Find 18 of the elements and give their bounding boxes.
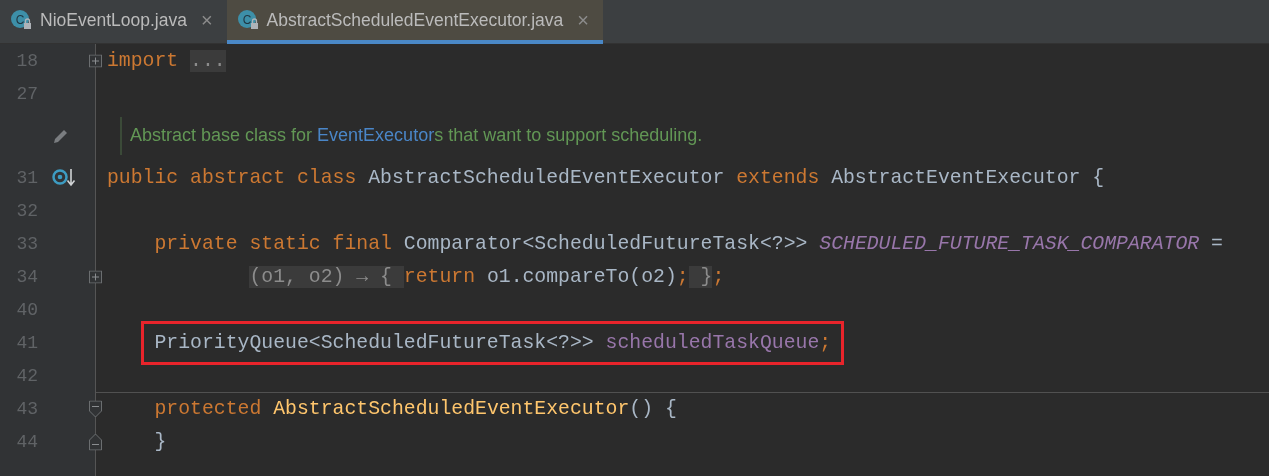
class-file-icon: C bbox=[10, 9, 32, 31]
code-line: private static final Comparator<ScheduledFutureTask<?>> SCHEDULED_FUTURE_TASK_COMPARATOR = bbox=[154, 231, 1223, 257]
class-file-icon: C bbox=[236, 9, 259, 31]
doc-comment: Abstract base class for EventExecutors that want to support scheduling. bbox=[130, 125, 703, 146]
fold-collapse-icon[interactable] bbox=[89, 400, 102, 417]
code-line: public abstract class AbstractScheduledEventExecutor extends AbstractEventExecutor { bbox=[107, 165, 1105, 191]
fold-expand-icon[interactable] bbox=[89, 54, 102, 67]
code-line: (o1, o2) → { return o1.compareTo(o2); }; bbox=[249, 264, 725, 290]
code-line: } bbox=[154, 429, 167, 455]
file-tab[interactable]: C NioEventLoop.java × bbox=[0, 0, 227, 44]
code-line: import ... bbox=[107, 48, 226, 74]
fold-end-icon[interactable] bbox=[89, 433, 102, 450]
code-line: protected AbstractScheduledEventExecutor() { bbox=[154, 397, 677, 422]
close-icon[interactable]: × bbox=[200, 8, 213, 32]
file-tab[interactable]: C AbstractScheduledEventExecutor.java × bbox=[226, 0, 603, 44]
close-icon[interactable]: × bbox=[577, 8, 589, 32]
fold-expand-icon[interactable] bbox=[89, 270, 102, 283]
implemented-icon[interactable] bbox=[52, 166, 76, 189]
